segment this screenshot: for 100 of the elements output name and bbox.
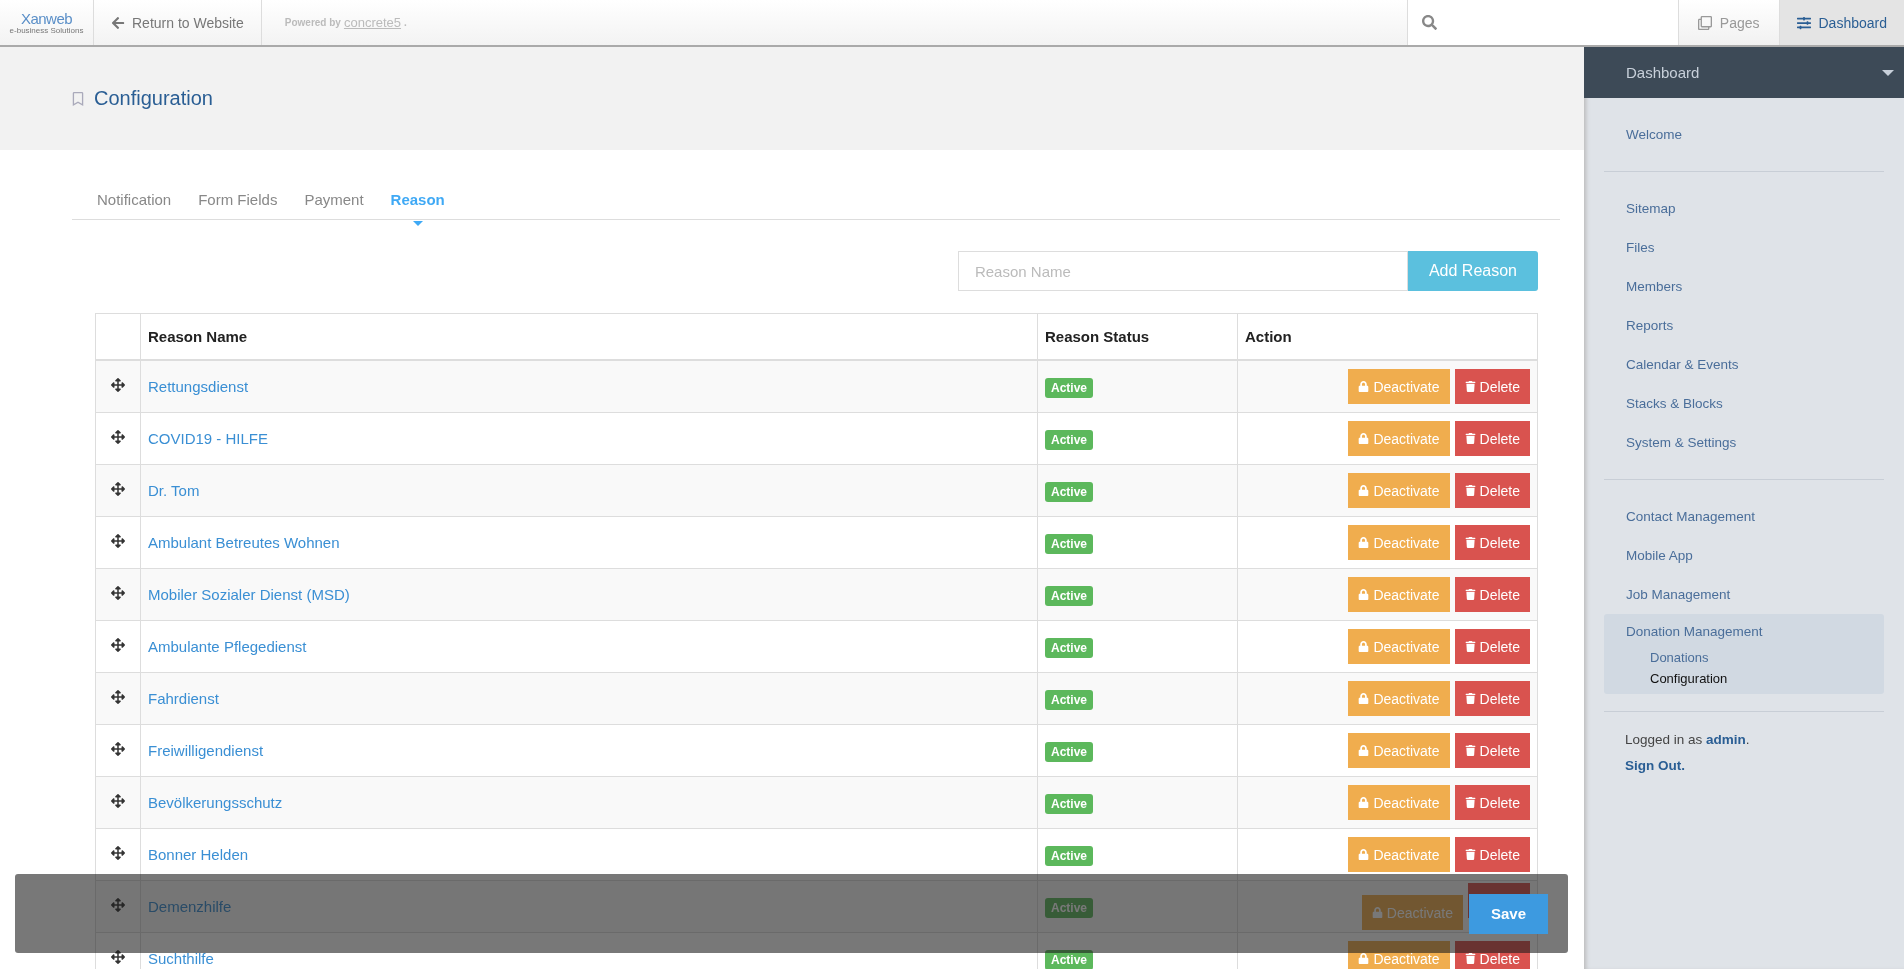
lock-icon: [1358, 745, 1370, 756]
toolbar-button[interactable]: Dashboard: [1778, 0, 1904, 45]
sign-out-link[interactable]: Sign Out.: [1625, 758, 1904, 773]
column-header: Reason Name: [148, 328, 248, 345]
delete-button[interactable]: Delete: [1454, 577, 1530, 612]
lock-icon: [1358, 537, 1370, 548]
deactivate-button[interactable]: Deactivate: [1348, 629, 1450, 664]
sidebar-item[interactable]: Job Management: [1604, 575, 1884, 614]
lock-icon: [1358, 433, 1370, 444]
deactivate-button[interactable]: Deactivate: [1348, 681, 1450, 716]
move-icon[interactable]: [111, 534, 125, 548]
move-icon[interactable]: [111, 638, 125, 652]
lock-icon: [1358, 797, 1370, 808]
move-icon[interactable]: [111, 482, 125, 496]
logo-tagline: e-business Solutions: [9, 25, 84, 35]
save-button[interactable]: Save: [1469, 893, 1548, 934]
tab[interactable]: Notification: [97, 179, 172, 219]
trash-icon: [1464, 537, 1476, 548]
reason-link[interactable]: Fahrdienst: [148, 690, 219, 707]
reason-link[interactable]: Freiwilligendienst: [148, 742, 264, 759]
reason-link[interactable]: Dr. Tom: [148, 482, 200, 499]
deactivate-button[interactable]: Deactivate: [1348, 785, 1450, 820]
tab[interactable]: Reason: [390, 179, 445, 219]
status-badge: Active: [1045, 794, 1094, 814]
login-text: Logged in as admin.: [1625, 732, 1751, 747]
sidebar-item[interactable]: Welcome: [1604, 115, 1884, 154]
trash-icon: [1464, 797, 1476, 808]
logo-text: Xanweb: [20, 10, 73, 26]
move-icon[interactable]: [111, 742, 125, 756]
delete-button[interactable]: Delete: [1454, 733, 1530, 768]
tab[interactable]: Payment: [304, 179, 364, 219]
sidebar-item[interactable]: System & Settings: [1604, 423, 1884, 462]
sidebar-item[interactable]: Stacks & Blocks: [1604, 384, 1884, 423]
lock-icon: [1358, 849, 1370, 860]
deactivate-button[interactable]: Deactivate: [1348, 837, 1450, 872]
move-icon[interactable]: [111, 378, 125, 392]
delete-button[interactable]: Delete: [1454, 941, 1530, 969]
reason-link[interactable]: Ambulant Betreutes Wohnen: [148, 534, 340, 551]
delete-button[interactable]: Delete: [1454, 681, 1530, 716]
deactivate-button[interactable]: Deactivate: [1348, 525, 1450, 560]
lock-icon: [1358, 953, 1370, 964]
reason-link[interactable]: COVID19 - HILFE: [148, 430, 269, 447]
brand-suffix: .: [404, 17, 407, 28]
user-link[interactable]: admin: [1706, 732, 1746, 747]
sidebar-item[interactable]: Members: [1604, 267, 1884, 306]
sidebar-subitem[interactable]: Configuration: [1604, 668, 1884, 689]
trash-icon: [1464, 641, 1476, 652]
sidebar-item[interactable]: Mobile App: [1604, 536, 1884, 575]
sidebar-item[interactable]: Sitemap: [1604, 189, 1884, 228]
status-badge: Active: [1045, 950, 1094, 969]
lock-icon: [1358, 693, 1370, 704]
sidebar-item[interactable]: Reports: [1604, 306, 1884, 345]
lock-icon: [1358, 485, 1370, 496]
move-icon[interactable]: [111, 430, 125, 444]
sidebar-header[interactable]: Dashboard: [1584, 47, 1904, 98]
sidebar-item[interactable]: Calendar & Events: [1604, 345, 1884, 384]
move-icon[interactable]: [111, 586, 125, 600]
delete-button[interactable]: Delete: [1454, 473, 1530, 508]
move-icon[interactable]: [111, 846, 125, 860]
reason-link[interactable]: Ambulante Pflegedienst: [148, 638, 307, 655]
move-icon[interactable]: [111, 794, 125, 808]
sidebar-item[interactable]: Files: [1604, 228, 1884, 267]
trash-icon: [1464, 953, 1476, 964]
trash-icon: [1464, 485, 1476, 496]
delete-button[interactable]: Delete: [1454, 837, 1530, 872]
delete-button[interactable]: Delete: [1454, 629, 1530, 664]
move-icon[interactable]: [111, 690, 125, 704]
reason-link[interactable]: Demenzhilfe: [148, 898, 232, 915]
move-icon[interactable]: [111, 950, 125, 964]
reason-link[interactable]: Bevölkerungsschutz: [148, 794, 283, 811]
status-badge: Active: [1045, 898, 1094, 918]
delete-button[interactable]: Delete: [1454, 369, 1530, 404]
status-badge: Active: [1045, 638, 1094, 658]
deactivate-button[interactable]: Deactivate: [1348, 577, 1450, 612]
pages-icon: [1697, 15, 1712, 30]
tab[interactable]: Form Fields: [198, 179, 278, 219]
deactivate-button[interactable]: Deactivate: [1348, 941, 1450, 969]
delete-button[interactable]: Delete: [1454, 785, 1530, 820]
sidebar-title: Dashboard: [1626, 64, 1700, 81]
sidebar-item[interactable]: Donation Management: [1604, 620, 1884, 647]
reason-link[interactable]: Bonner Helden: [148, 846, 249, 863]
delete-button[interactable]: Delete: [1454, 525, 1530, 560]
column-header: Action: [1245, 328, 1292, 345]
reason-link[interactable]: Rettungsdienst: [148, 378, 249, 395]
delete-button[interactable]: Delete: [1454, 421, 1530, 456]
search-icon[interactable]: [1421, 15, 1437, 30]
reason-link[interactable]: Mobiler Sozialer Dienst (MSD): [148, 586, 350, 603]
deactivate-button[interactable]: Deactivate: [1348, 733, 1450, 768]
deactivate-button[interactable]: Deactivate: [1348, 473, 1450, 508]
status-badge: Active: [1045, 482, 1094, 502]
sidebar-item[interactable]: Contact Management: [1604, 497, 1884, 536]
deactivate-button[interactable]: Deactivate: [1348, 369, 1450, 404]
reason-name-input[interactable]: Reason Name: [957, 251, 1408, 291]
return-link[interactable]: Return to Website: [94, 0, 262, 45]
page-title: Configuration: [94, 87, 213, 110]
reason-link[interactable]: Suchthilfe: [148, 950, 214, 967]
add-reason-button[interactable]: Add Reason: [1407, 251, 1538, 291]
sidebar-subitem[interactable]: Donations: [1604, 647, 1884, 668]
deactivate-button[interactable]: Deactivate: [1348, 421, 1450, 456]
caret-icon[interactable]: [1882, 69, 1894, 76]
